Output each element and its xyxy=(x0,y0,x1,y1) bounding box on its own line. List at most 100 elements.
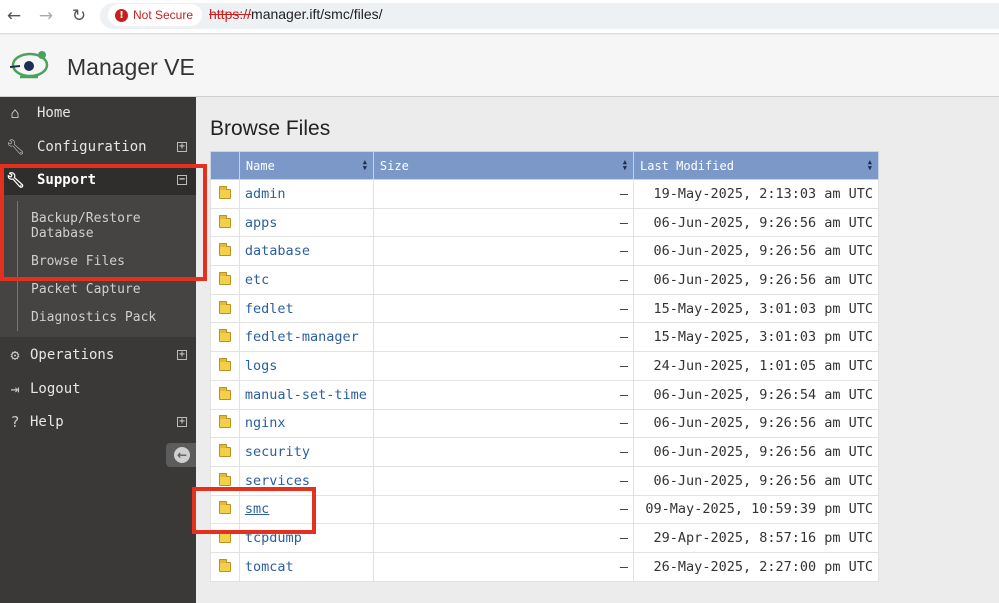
file-name-link[interactable]: etc xyxy=(238,265,374,295)
file-size: – xyxy=(372,465,635,496)
help-icon: ? xyxy=(10,413,20,431)
sort-icon: ▲ ▼ xyxy=(362,158,367,172)
browser-toolbar: ← → ↻ ! Not Secure https://manager.ift/s… xyxy=(0,0,999,34)
folder-icon xyxy=(218,329,231,343)
column-header-modified[interactable]: Last Modified ▲ ▼ xyxy=(633,151,879,180)
file-name-link[interactable]: security xyxy=(238,437,374,467)
file-name-link[interactable]: logs xyxy=(238,351,374,381)
folder-icon xyxy=(218,243,231,257)
file-size: – xyxy=(372,379,635,410)
forward-icon[interactable]: → xyxy=(34,5,58,27)
file-modified: 06-Jun-2025, 9:26:56 am UTC xyxy=(633,265,879,295)
folder-cell xyxy=(210,379,240,410)
folder-icon xyxy=(218,415,231,429)
sort-icon: ▲ ▼ xyxy=(622,158,627,172)
folder-cell xyxy=(210,408,240,439)
folder-cell xyxy=(210,551,240,582)
folder-icon xyxy=(218,300,231,314)
table-row[interactable]: apps –06-Jun-2025, 9:26:56 am UTC xyxy=(210,207,879,238)
warning-icon: ! xyxy=(115,8,128,22)
file-name-link[interactable]: manual-set-time xyxy=(238,379,374,410)
page-title: Browse Files xyxy=(210,117,331,140)
reload-icon[interactable]: ↻ xyxy=(67,5,91,27)
sidebar-item-operations[interactable]: ⚙ Operations + xyxy=(0,340,196,370)
annotation-box-smc xyxy=(192,487,316,534)
file-name-link[interactable]: fedlet xyxy=(238,293,374,324)
file-size: – xyxy=(372,322,635,353)
sidebar-item-label: Logout xyxy=(30,381,81,397)
table-header-row: Name ▲ ▼ Size ▲ ▼ Last Modified ▲ ▼ xyxy=(210,151,879,180)
table-row[interactable]: fedlet –15-May-2025, 3:01:03 pm UTC xyxy=(210,293,879,324)
folder-icon xyxy=(218,214,231,228)
file-name-link[interactable]: apps xyxy=(238,207,374,238)
folder-cell xyxy=(210,293,240,324)
file-name-link[interactable]: tomcat xyxy=(238,551,374,582)
column-header-label: Last Modified xyxy=(640,158,734,173)
file-modified: 09-May-2025, 10:59:39 pm UTC xyxy=(633,494,879,525)
folder-cell xyxy=(210,207,240,238)
file-size: – xyxy=(372,437,635,467)
sidebar-item-configuration[interactable]: 🔧︎ Configuration + xyxy=(0,132,196,162)
submenu-item-diagnostics-pack[interactable]: Diagnostics Pack xyxy=(31,310,156,325)
sidebar-item-logout[interactable]: ⇥ Logout xyxy=(0,374,196,404)
file-modified: 06-Jun-2025, 9:26:56 am UTC xyxy=(633,236,879,267)
app-header: Manager VE xyxy=(0,35,999,97)
file-modified: 06-Jun-2025, 9:26:56 am UTC xyxy=(633,408,879,439)
gears-icon: ⚙ xyxy=(10,346,20,364)
expand-icon[interactable]: + xyxy=(177,350,187,360)
folder-cell xyxy=(210,437,240,467)
expand-icon[interactable]: + xyxy=(177,417,187,427)
file-size: – xyxy=(372,523,635,553)
column-header-name[interactable]: Name ▲ ▼ xyxy=(238,151,374,180)
table-row[interactable]: fedlet-manager –15-May-2025, 3:01:03 pm U… xyxy=(210,322,879,353)
sidebar-item-help[interactable]: ? Help + xyxy=(0,407,196,437)
sidebar-item-label: Home xyxy=(37,105,71,121)
file-modified: 26-May-2025, 2:27:00 pm UTC xyxy=(633,551,879,582)
app-logo-icon[interactable] xyxy=(8,47,52,83)
file-modified: 06-Jun-2025, 9:26:54 am UTC xyxy=(633,379,879,410)
table-row[interactable]: etc –06-Jun-2025, 9:26:56 am UTC xyxy=(210,265,879,295)
arrow-left-icon: ← xyxy=(174,447,190,463)
table-row[interactable]: database –06-Jun-2025, 9:26:56 am UTC xyxy=(210,236,879,267)
file-size: – xyxy=(372,179,635,209)
file-modified: 24-Jun-2025, 1:01:05 am UTC xyxy=(633,351,879,381)
table-row[interactable]: manual-set-time –06-Jun-2025, 9:26:54 am … xyxy=(210,379,879,410)
folder-icon xyxy=(218,558,231,572)
table-row[interactable]: admin –19-May-2025, 2:13:03 am UTC xyxy=(210,179,879,209)
icon-column-header xyxy=(210,151,240,180)
file-size: – xyxy=(372,265,635,295)
column-header-label: Size xyxy=(379,158,409,173)
table-row[interactable]: logs –24-Jun-2025, 1:01:05 am UTC xyxy=(210,351,879,381)
folder-icon xyxy=(218,357,231,371)
file-name-link[interactable]: database xyxy=(238,236,374,267)
file-name-link[interactable]: fedlet-manager xyxy=(238,322,374,353)
file-name-link[interactable]: admin xyxy=(238,179,374,209)
file-modified: 19-May-2025, 2:13:03 am UTC xyxy=(633,179,879,209)
folder-icon xyxy=(218,386,231,400)
table-row[interactable]: security –06-Jun-2025, 9:26:56 am UTC xyxy=(210,437,879,467)
table-row[interactable]: nginx –06-Jun-2025, 9:26:56 am UTC xyxy=(210,408,879,439)
submenu-item-packet-capture[interactable]: Packet Capture xyxy=(31,282,141,297)
sort-icon: ▲ ▼ xyxy=(867,158,872,172)
folder-cell xyxy=(210,265,240,295)
url-scheme: https:// xyxy=(209,6,252,22)
sidebar-item-home[interactable]: ⌂ Home xyxy=(0,98,196,128)
security-indicator[interactable]: ! Not Secure xyxy=(108,4,203,26)
file-size: – xyxy=(372,551,635,582)
file-modified: 06-Jun-2025, 9:26:56 am UTC xyxy=(633,465,879,496)
back-icon[interactable]: ← xyxy=(2,5,26,27)
folder-cell xyxy=(210,236,240,267)
column-header-size[interactable]: Size ▲ ▼ xyxy=(372,151,635,180)
folder-icon xyxy=(218,271,231,285)
sidebar-item-label: Configuration xyxy=(37,139,147,155)
file-modified: 15-May-2025, 3:01:03 pm UTC xyxy=(633,322,879,353)
file-size: – xyxy=(372,351,635,381)
table-row[interactable]: tomcat –26-May-2025, 2:27:00 pm UTC xyxy=(210,551,879,582)
expand-icon[interactable]: + xyxy=(177,142,187,152)
url-path: manager.ift/smc/files/ xyxy=(251,6,383,22)
wrench-icon: 🔧︎ xyxy=(6,138,26,156)
logout-icon: ⇥ xyxy=(10,380,20,398)
url-text[interactable]: https://manager.ift/smc/files/ xyxy=(209,6,383,22)
sidebar-collapse-button[interactable]: ← xyxy=(166,443,196,467)
file-name-link[interactable]: nginx xyxy=(238,408,374,439)
